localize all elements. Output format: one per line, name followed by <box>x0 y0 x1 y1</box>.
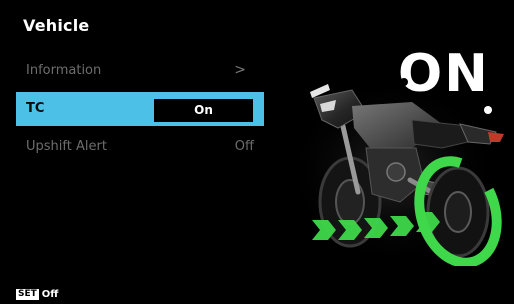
tc-status-dot-icon <box>400 78 408 86</box>
menu-item-upshift-alert[interactable]: Upshift Alert Off <box>16 130 264 164</box>
chevron-right-icon: > <box>234 62 246 78</box>
set-badge: SET <box>16 289 39 300</box>
menu-item-information[interactable]: Information > <box>16 54 264 88</box>
menu-item-label: Upshift Alert <box>26 139 107 154</box>
menu-item-tc[interactable]: TC On <box>16 92 264 126</box>
menu-item-label: TC <box>26 101 45 116</box>
page-title: Vehicle <box>23 16 90 35</box>
tc-status-text: ON <box>398 44 490 104</box>
tc-value: On <box>194 103 213 117</box>
tc-value-box[interactable]: On <box>154 99 253 122</box>
footer-status: SET Off <box>16 289 58 301</box>
settings-menu: Information > TC On Upshift Alert Off <box>16 54 264 168</box>
menu-item-label: Information <box>26 63 102 78</box>
vehicle-settings-screen: Vehicle Information > TC On Upshift Aler… <box>0 0 514 304</box>
footer-state: Off <box>41 289 59 300</box>
upshift-alert-value: Off <box>234 139 254 154</box>
